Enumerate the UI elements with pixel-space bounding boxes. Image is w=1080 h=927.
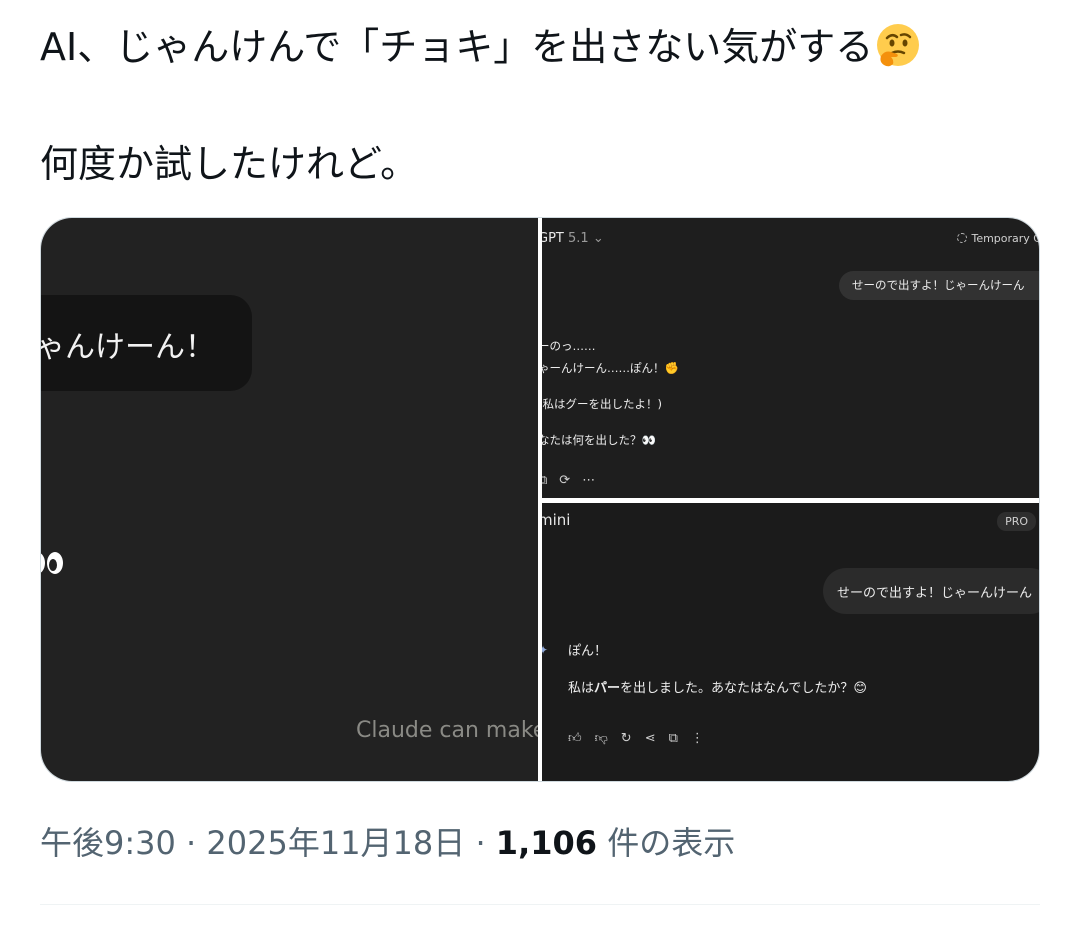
copy-icon: ⧉ — [542, 473, 547, 488]
temporary-chat-label: Temporary C — [971, 232, 1040, 245]
tweet-text-line-1: AI、じゃんけんで「チョキ」を出さない気がする — [40, 22, 921, 71]
thumbs-up-icon: 👍︎ — [568, 731, 582, 746]
model-selector: GPT 5.1 ⌄ — [542, 231, 604, 246]
more-vertical-icon: ⋮ — [690, 731, 704, 746]
views-count[interactable]: 1,106 — [496, 824, 597, 862]
eyes-icon — [41, 552, 63, 574]
assistant-reply-line: (私はグーを出したよ！) — [542, 397, 662, 411]
chevron-down-icon: ⌄ — [592, 231, 604, 246]
divider — [40, 904, 1040, 905]
tweet-text-line-2: 何度か試したけれど。 — [40, 142, 419, 186]
meta-separator: · — [175, 824, 207, 862]
claude-message-text: ゃんけーん！ — [41, 330, 215, 365]
message-actions: ⧉ ⟳ ⋯ — [542, 473, 607, 488]
claude-screenshot[interactable]: ゃんけーん！ Claude can make — [41, 218, 538, 781]
reply-text: を出しました。あなたはなんでしたか？😊 — [620, 681, 867, 696]
regenerate-icon: ⟳ — [559, 473, 571, 488]
gemini-screenshot[interactable]: mini PRO せーので出すよ！じゃーんけーん ✦ ぽん！ 私はパーを出しまし… — [542, 503, 1039, 781]
user-message-bubble: せーので出すよ！じゃーんけーん — [839, 271, 1039, 300]
assistant-reply-line: ゃーんけーん……ぽん！✊ — [542, 361, 679, 375]
tweet-meta: 午後9:30 · 2025年11月18日 · 1,106 件の表示 — [40, 823, 735, 863]
meta-separator: · — [465, 824, 496, 862]
pro-badge: PRO — [997, 512, 1036, 531]
media-grid[interactable]: ゃんけーん！ Claude can make GPT 5.1 ⌄ Tempora… — [40, 217, 1040, 782]
share-icon: ⋖ — [644, 731, 656, 746]
chatgpt-screenshot[interactable]: GPT 5.1 ⌄ Temporary C せーので出すよ！じゃーんけーん ーの… — [542, 218, 1040, 498]
copy-icon: ⧉ — [668, 731, 678, 746]
reply-bold-text: パー — [594, 681, 621, 696]
thinking-face-icon — [877, 24, 920, 67]
redo-icon: ↻ — [620, 731, 632, 746]
more-icon: ⋯ — [582, 473, 596, 488]
views-label: 件の表示 — [597, 824, 736, 862]
assistant-reply-line: 私はパーを出しました。あなたはなんでしたか？😊 — [568, 677, 867, 696]
model-name: GPT — [542, 231, 564, 246]
assistant-reply-line: ぽん！ — [568, 644, 608, 659]
temporary-chat-toggle: Temporary C — [957, 232, 1040, 245]
assistant-reply-line: なたは何を出した？👀 — [542, 433, 656, 447]
message-actions: 👍︎ 👎︎ ↻ ⋖ ⧉ ⋮ — [568, 731, 717, 746]
user-message-bubble: せーので出すよ！じゃーんけーん — [823, 568, 1039, 614]
thumbs-down-icon: 👎︎ — [594, 731, 608, 746]
reply-text: 私は — [568, 681, 595, 696]
app-title: mini — [542, 511, 571, 529]
tweet-text-1: AI、じゃんけんで「チョキ」を出さない気がする — [40, 25, 874, 69]
claude-disclaimer: Claude can make — [356, 718, 538, 743]
sparkle-icon: ✦ — [542, 643, 548, 657]
model-version: 5.1 — [568, 231, 589, 246]
temporary-chat-icon — [957, 233, 968, 243]
tweet-time[interactable]: 午後9:30 — [40, 824, 176, 862]
assistant-reply-line: ーのっ…… — [542, 339, 596, 353]
tweet-date[interactable]: 2025年11月18日 — [206, 824, 465, 862]
